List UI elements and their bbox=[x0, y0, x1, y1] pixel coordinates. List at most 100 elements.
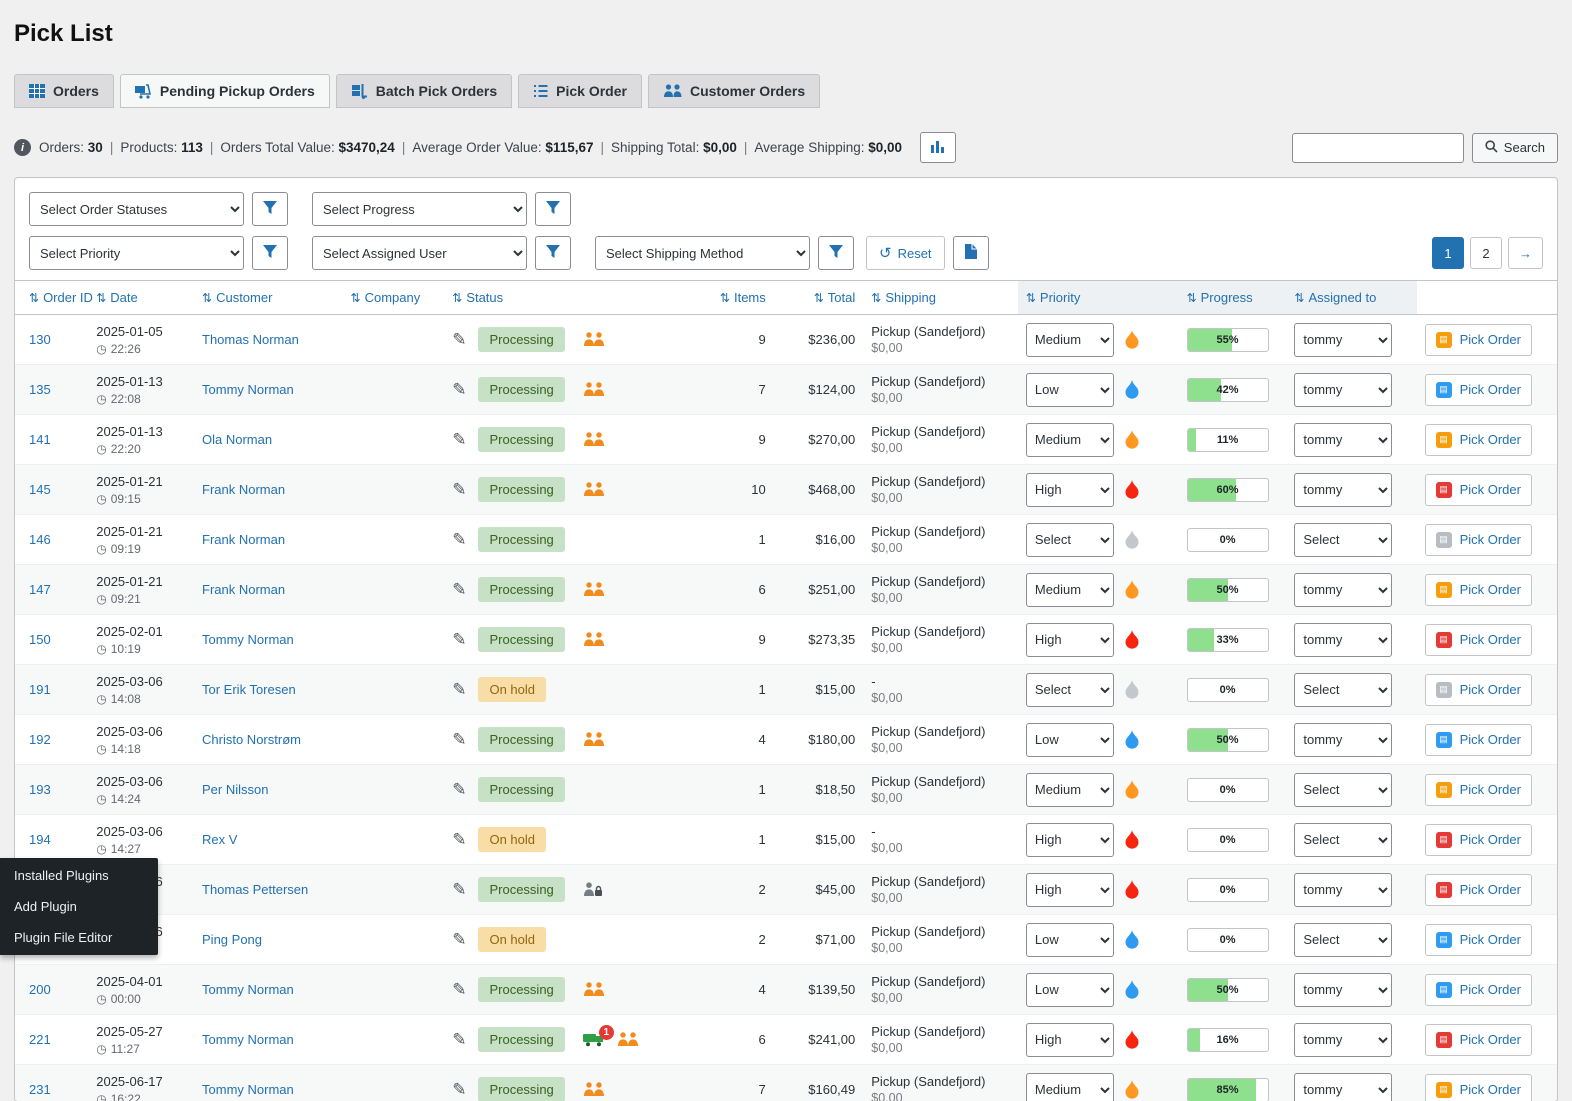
order-id-link[interactable]: 147 bbox=[29, 582, 51, 597]
menu-item-installed-plugins[interactable]: Installed Plugins bbox=[0, 860, 158, 891]
edit-order-icon[interactable]: ✎ bbox=[452, 880, 466, 900]
pick-order-button[interactable]: ▤ Pick Order bbox=[1425, 824, 1532, 856]
assigned-select[interactable]: tommy bbox=[1294, 973, 1392, 1007]
assigned-select[interactable]: tommy bbox=[1294, 373, 1392, 407]
assigned-select[interactable]: tommy bbox=[1294, 573, 1392, 607]
pick-order-button[interactable]: ▤ Pick Order bbox=[1425, 924, 1532, 956]
customer-link[interactable]: Frank Norman bbox=[202, 582, 285, 597]
order-id-link[interactable]: 141 bbox=[29, 432, 51, 447]
search-input[interactable] bbox=[1292, 133, 1464, 163]
priority-select[interactable]: Low bbox=[1026, 923, 1114, 957]
tab-batch-pick-orders[interactable]: Batch Pick Orders bbox=[336, 74, 512, 108]
edit-order-icon[interactable]: ✎ bbox=[452, 1080, 466, 1100]
priority-filter[interactable]: Select Priority bbox=[29, 236, 244, 270]
pick-order-button[interactable]: ▤ Pick Order bbox=[1425, 674, 1532, 706]
customer-link[interactable]: Tommy Norman bbox=[202, 1082, 294, 1097]
assigned-select[interactable]: tommy bbox=[1294, 873, 1392, 907]
order-id-link[interactable]: 135 bbox=[29, 382, 51, 397]
edit-order-icon[interactable]: ✎ bbox=[452, 430, 466, 450]
customer-link[interactable]: Tommy Norman bbox=[202, 1032, 294, 1047]
search-button[interactable]: Search bbox=[1472, 133, 1558, 163]
tab-customer-orders[interactable]: Customer Orders bbox=[648, 74, 820, 108]
export-button[interactable] bbox=[953, 236, 989, 270]
priority-select[interactable]: Medium bbox=[1026, 423, 1114, 457]
pick-order-button[interactable]: ▤ Pick Order bbox=[1425, 324, 1532, 356]
pagination-page-1[interactable]: 1 bbox=[1432, 237, 1464, 269]
priority-select[interactable]: Select bbox=[1026, 673, 1114, 707]
pick-order-button[interactable]: ▤ Pick Order bbox=[1425, 474, 1532, 506]
assigned-select[interactable]: Select bbox=[1294, 523, 1392, 557]
order-id-link[interactable]: 130 bbox=[29, 332, 51, 347]
pick-order-button[interactable]: ▤ Pick Order bbox=[1425, 524, 1532, 556]
column-header-company[interactable]: ⇅Company bbox=[343, 281, 445, 315]
customer-link[interactable]: Tor Erik Toresen bbox=[202, 682, 296, 697]
order-id-link[interactable]: 150 bbox=[29, 632, 51, 647]
assigned-select[interactable]: Select bbox=[1294, 923, 1392, 957]
priority-select[interactable]: High bbox=[1026, 1023, 1114, 1057]
order-statuses-filter[interactable]: Select Order Statuses bbox=[29, 192, 244, 226]
customer-link[interactable]: Thomas Pettersen bbox=[202, 882, 308, 897]
column-header-customer[interactable]: ⇅Customer bbox=[194, 281, 343, 315]
tab-pending-pickup-orders[interactable]: Pending Pickup Orders bbox=[120, 74, 330, 108]
priority-select[interactable]: High bbox=[1026, 473, 1114, 507]
shipping-method-filter[interactable]: Select Shipping Method bbox=[595, 236, 810, 270]
pick-order-button[interactable]: ▤ Pick Order bbox=[1425, 774, 1532, 806]
assigned-select[interactable]: Select bbox=[1294, 773, 1392, 807]
menu-item-add-plugin[interactable]: Add Plugin bbox=[0, 891, 158, 922]
edit-order-icon[interactable]: ✎ bbox=[452, 1030, 466, 1050]
assigned-select[interactable]: tommy bbox=[1294, 1073, 1392, 1101]
priority-select[interactable]: Low bbox=[1026, 373, 1114, 407]
column-header-total[interactable]: ⇅Total bbox=[774, 281, 864, 315]
customer-link[interactable]: Ola Norman bbox=[202, 432, 272, 447]
pick-order-button[interactable]: ▤ Pick Order bbox=[1425, 724, 1532, 756]
priority-select[interactable]: Low bbox=[1026, 973, 1114, 1007]
priority-filter-button[interactable] bbox=[252, 236, 288, 270]
pick-order-button[interactable]: ▤ Pick Order bbox=[1425, 574, 1532, 606]
priority-select[interactable]: Select bbox=[1026, 523, 1114, 557]
assigned-select[interactable]: tommy bbox=[1294, 1023, 1392, 1057]
customer-link[interactable]: Thomas Norman bbox=[202, 332, 299, 347]
shipping-method-filter-button[interactable] bbox=[818, 236, 854, 270]
priority-select[interactable]: Low bbox=[1026, 723, 1114, 757]
customer-link[interactable]: Tommy Norman bbox=[202, 982, 294, 997]
edit-order-icon[interactable]: ✎ bbox=[452, 730, 466, 750]
customer-link[interactable]: Frank Norman bbox=[202, 482, 285, 497]
column-header-order-id[interactable]: ⇅Order ID bbox=[15, 281, 88, 315]
assigned-select[interactable]: tommy bbox=[1294, 623, 1392, 657]
pick-order-button[interactable]: ▤ Pick Order bbox=[1425, 874, 1532, 906]
tab-orders[interactable]: Orders bbox=[14, 74, 114, 108]
assigned-select[interactable]: Select bbox=[1294, 823, 1392, 857]
edit-order-icon[interactable]: ✎ bbox=[452, 330, 466, 350]
column-header-date[interactable]: ⇅Date bbox=[88, 281, 194, 315]
pagination-next-button[interactable]: → bbox=[1508, 237, 1543, 269]
customer-link[interactable]: Frank Norman bbox=[202, 532, 285, 547]
order-id-link[interactable]: 200 bbox=[29, 982, 51, 997]
customer-link[interactable]: Ping Pong bbox=[202, 932, 262, 947]
order-id-link[interactable]: 194 bbox=[29, 832, 51, 847]
edit-order-icon[interactable]: ✎ bbox=[452, 780, 466, 800]
chart-button[interactable] bbox=[920, 132, 956, 163]
pick-order-button[interactable]: ▤ Pick Order bbox=[1425, 974, 1532, 1006]
order-id-link[interactable]: 221 bbox=[29, 1032, 51, 1047]
column-header-shipping[interactable]: ⇅Shipping bbox=[863, 281, 1018, 315]
assigned-user-filter[interactable]: Select Assigned User bbox=[312, 236, 527, 270]
column-header-progress[interactable]: ⇅Progress bbox=[1179, 281, 1287, 315]
pick-order-button[interactable]: ▤ Pick Order bbox=[1425, 424, 1532, 456]
column-header-assigned-to[interactable]: ⇅Assigned to bbox=[1286, 281, 1416, 315]
pick-order-button[interactable]: ▤ Pick Order bbox=[1425, 1024, 1532, 1056]
assigned-select[interactable]: tommy bbox=[1294, 323, 1392, 357]
edit-order-icon[interactable]: ✎ bbox=[452, 480, 466, 500]
priority-select[interactable]: Medium bbox=[1026, 573, 1114, 607]
column-header-status[interactable]: ⇅Status bbox=[444, 281, 710, 315]
order-id-link[interactable]: 193 bbox=[29, 782, 51, 797]
assigned-select[interactable]: tommy bbox=[1294, 723, 1392, 757]
assigned-select[interactable]: tommy bbox=[1294, 423, 1392, 457]
priority-select[interactable]: High bbox=[1026, 873, 1114, 907]
edit-order-icon[interactable]: ✎ bbox=[452, 980, 466, 1000]
customer-link[interactable]: Rex V bbox=[202, 832, 237, 847]
assigned-user-filter-button[interactable] bbox=[535, 236, 571, 270]
order-id-link[interactable]: 146 bbox=[29, 532, 51, 547]
pick-order-button[interactable]: ▤ Pick Order bbox=[1425, 1074, 1532, 1101]
progress-filter-button[interactable] bbox=[535, 192, 571, 226]
edit-order-icon[interactable]: ✎ bbox=[452, 930, 466, 950]
